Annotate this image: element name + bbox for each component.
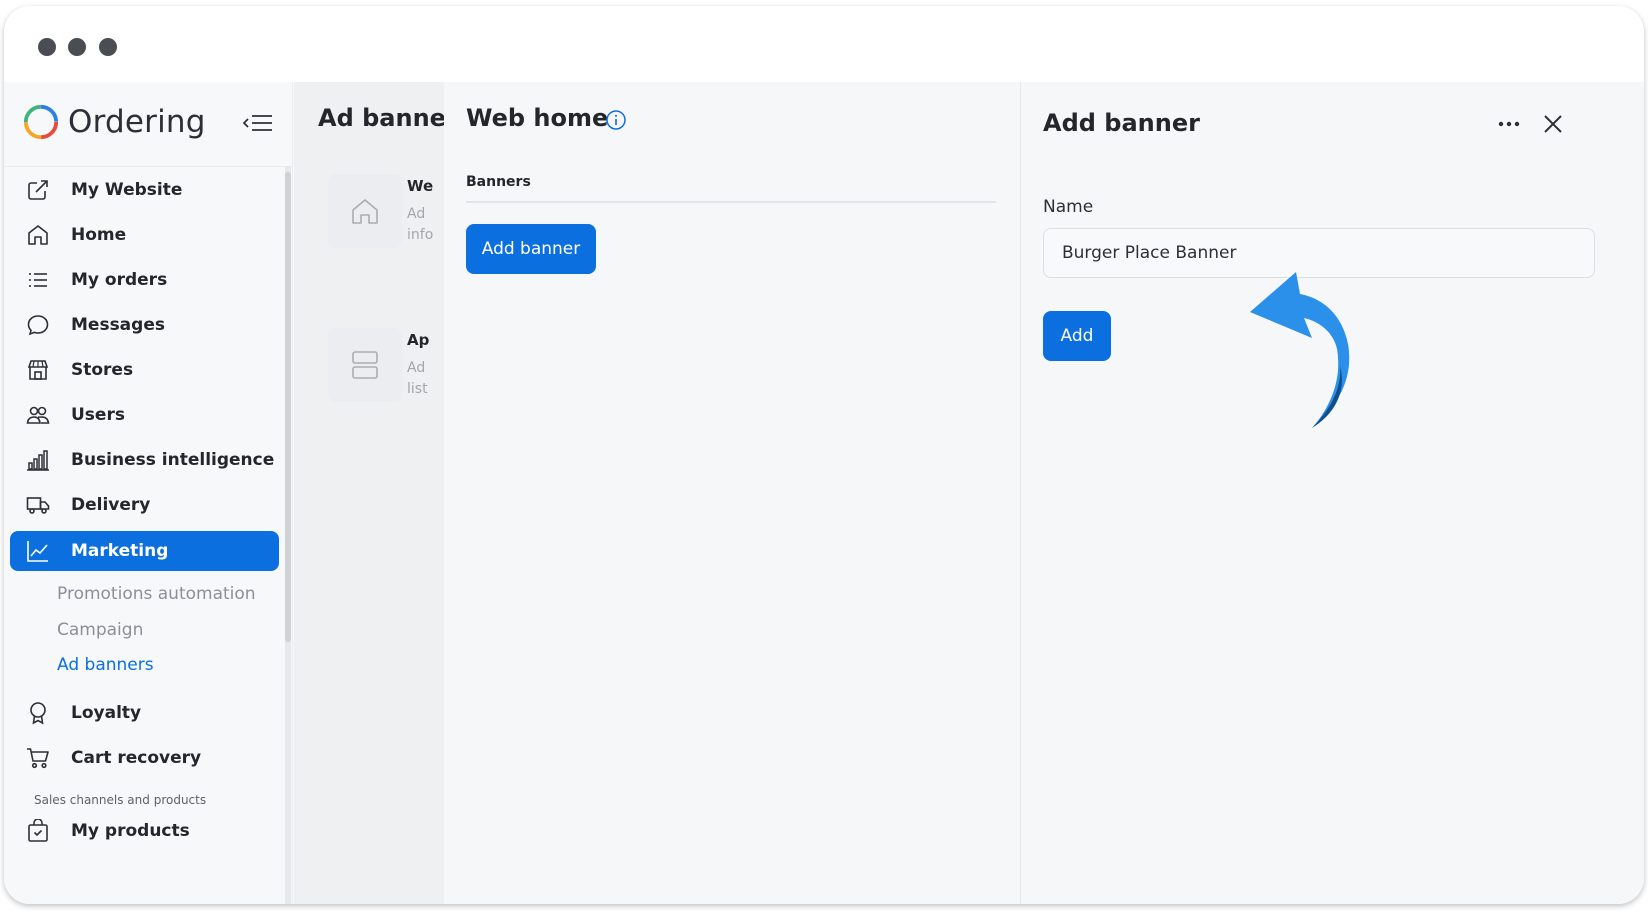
cart-icon [27,748,49,769]
collapse-menu-icon [243,115,272,131]
brand-name: Ordering [68,104,206,140]
award-icon [30,702,46,725]
home-icon [352,199,378,224]
web-home-card-desc: info [407,227,434,243]
sidebar-item-cart-recovery[interactable]: Cart recovery [10,738,279,778]
sidebar-item-label: My Website [71,180,183,200]
sidebar-subitem-promotions-automation[interactable]: Promotions automation [57,584,256,604]
sidebar-item-loyalty[interactable]: Loyalty [10,693,279,733]
app-card-title[interactable]: Ap [407,331,429,349]
web-home-card-desc: Ad [407,206,426,222]
app-card-icon[interactable] [328,328,402,402]
panel-title: Web home [466,104,609,132]
users-icon [26,406,50,424]
sidebar-item-messages[interactable]: Messages [10,305,279,345]
sidebar-item-marketing[interactable]: Marketing [10,531,279,571]
list-icon [29,273,47,287]
tab-underline [466,201,996,203]
sidebar-item-my-website[interactable]: My Website [10,170,279,210]
home-icon [28,225,48,245]
sidebar-item-stores[interactable]: Stores [10,350,279,390]
bag-icon [28,819,48,842]
chat-bubble-icon [27,315,49,336]
sidebar-item-label: Messages [71,315,165,335]
sidebar-item-label: Business intelligence [71,450,275,470]
sidebar-item-my-products[interactable]: My products [10,811,279,851]
app-card-desc: Ad [407,360,426,376]
ad-banner-page: Ad banner We Ad info Ap Ad list [294,82,458,904]
sidebar-item-label: Users [71,405,125,425]
web-home-card-icon[interactable] [328,174,402,248]
sidebar-item-label: Marketing [71,541,169,561]
browser-window: Ordering My Website Home My orders Messa… [4,6,1644,904]
app-card-desc: list [407,381,428,397]
truck-icon [26,497,50,514]
sidebar-item-label: Cart recovery [71,748,202,768]
layout-rows-icon [352,351,378,379]
tab-banners[interactable]: Banners [466,174,531,190]
sidebar-item-home[interactable]: Home [10,215,279,255]
window-titlebar [4,6,1644,82]
sidebar-item-label: Delivery [71,495,151,515]
name-label: Name [1043,197,1094,217]
app-area: Ordering My Website Home My orders Messa… [4,82,1644,904]
sidebar-item-label: Stores [71,360,134,380]
sidebar-item-my-orders[interactable]: My orders [10,260,279,300]
sidebar-item-business-intelligence[interactable]: Business intelligence [10,440,279,480]
web-home-card-title[interactable]: We [407,177,433,195]
window-maximize-dot[interactable] [99,38,117,56]
line-chart-icon [27,541,48,562]
collapse-sidebar-button[interactable] [240,108,276,138]
sidebar-divider [4,166,293,167]
store-icon [27,360,49,380]
sidebar-item-users[interactable]: Users [10,395,279,435]
page-title: Ad banner [318,104,458,132]
sidebar-subitem-ad-banners[interactable]: Ad banners [57,655,154,675]
sidebar: Ordering My Website Home My orders Messa… [4,82,293,904]
more-options-icon[interactable] [1493,112,1525,136]
sidebar-scrollbar-thumb[interactable] [285,172,291,642]
sidebar-item-delivery[interactable]: Delivery [10,485,279,525]
brand: Ordering [22,100,206,144]
sidebar-item-label: My products [71,821,190,841]
window-minimize-dot[interactable] [68,38,86,56]
sidebar-item-label: Home [71,225,127,245]
window-close-dot[interactable] [38,38,56,56]
add-button[interactable]: Add [1043,311,1111,361]
add-banner-panel: Add banner Name Add [1021,82,1644,904]
ordering-logo-icon [23,104,59,140]
info-icon[interactable] [605,109,627,131]
bar-chart-icon [27,450,49,471]
external-link-icon [28,180,48,200]
panel-title: Add banner [1043,109,1200,137]
annotation-arrow-icon [1250,272,1350,428]
sidebar-subitem-campaign[interactable]: Campaign [57,620,143,640]
sidebar-section-label: Sales channels and products [34,793,207,807]
sidebar-item-label: My orders [71,270,168,290]
web-home-panel: Web home Banners Add banner [444,82,1020,904]
sidebar-item-label: Loyalty [71,703,142,723]
close-icon[interactable] [1539,110,1567,138]
add-banner-button[interactable]: Add banner [466,224,596,274]
